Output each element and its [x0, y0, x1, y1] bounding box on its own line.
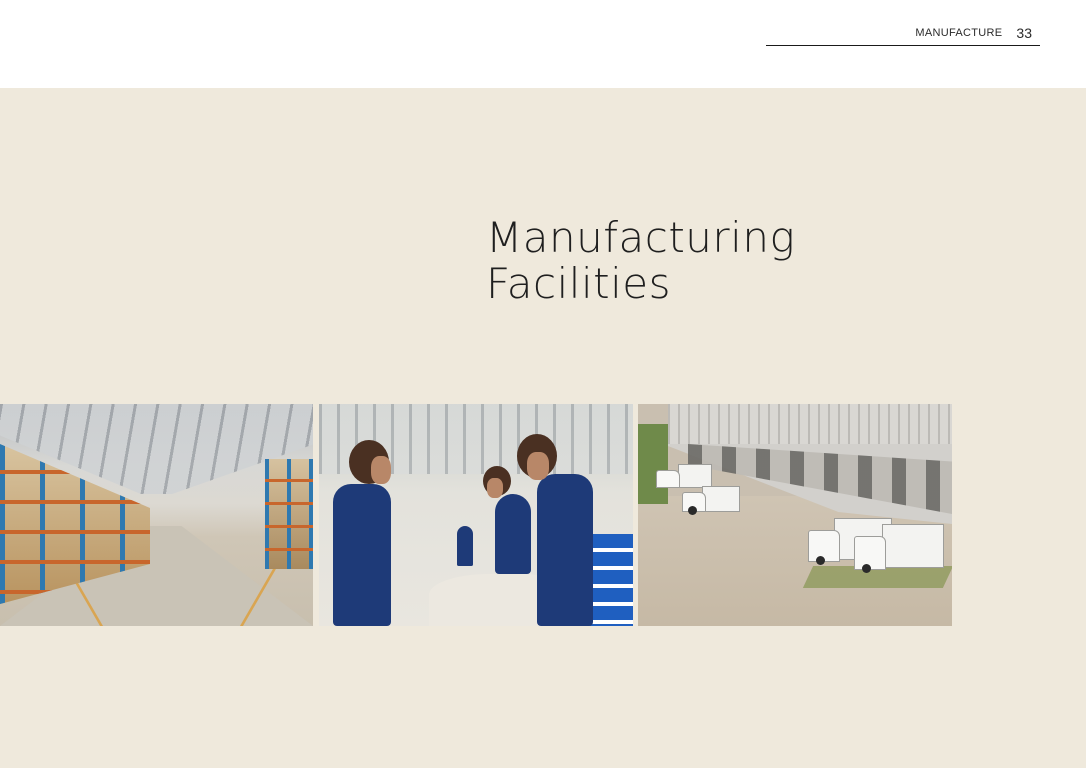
page-header: MANUFACTURE 33: [0, 0, 1086, 88]
truck-far: [678, 464, 712, 488]
worker-background: [457, 526, 473, 566]
storage-rack-right: [265, 459, 313, 569]
title-line-1: Manufacturing: [486, 213, 796, 262]
page-title: Manufacturing Facilities: [486, 215, 795, 307]
parts-bins: [589, 534, 633, 626]
truck-far-cab: [656, 470, 680, 488]
worker-left-face: [371, 456, 391, 484]
worker-middle-face: [487, 478, 503, 498]
truck-middle-wheel: [688, 506, 697, 515]
workers-photo: [319, 404, 633, 626]
running-head: MANUFACTURE 33: [766, 20, 1040, 46]
title-line-2: Facilities: [486, 259, 671, 308]
worker-right: [537, 474, 593, 626]
worker-middle: [495, 494, 531, 574]
truck-middle: [702, 486, 740, 512]
loading-dock-photo: [638, 404, 952, 626]
truck-near-right-wheel: [862, 564, 871, 573]
truck-near-right: [882, 524, 944, 568]
section-label: MANUFACTURE: [915, 26, 1003, 39]
warehouse-photo: [0, 404, 313, 626]
warehouse-roof-panels: [668, 404, 952, 444]
worker-left: [333, 484, 391, 626]
page-number: 33: [1016, 24, 1032, 41]
truck-near-left-wheel: [816, 556, 825, 565]
worker-right-face: [527, 452, 549, 480]
trees: [638, 424, 668, 504]
